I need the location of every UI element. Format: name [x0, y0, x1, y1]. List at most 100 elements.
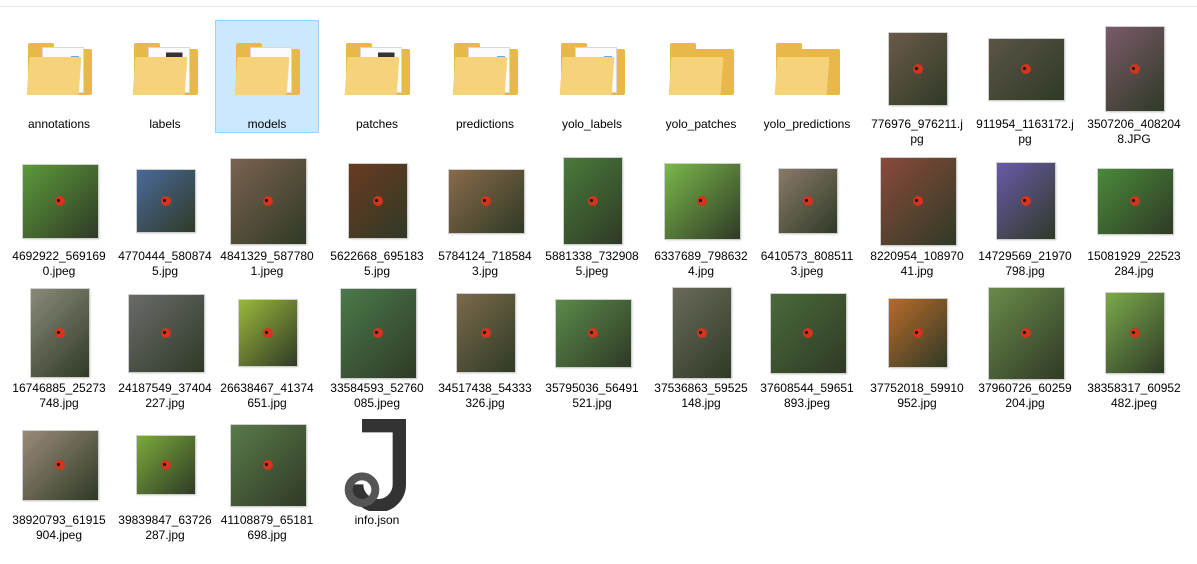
file-name: 3507206_4082048.JPG — [1087, 117, 1181, 146]
file-name: 4770444_5808745.jpg — [118, 249, 212, 278]
photo-thumbnail-icon — [866, 21, 970, 117]
image-file-item[interactable]: 37752018_59910952.jpg — [865, 284, 969, 412]
address-bar-remnant — [0, 0, 1197, 7]
folder-item-predictions[interactable]: predictions — [433, 20, 537, 133]
photo-thumbnail-icon — [756, 153, 860, 249]
image-file-item[interactable]: 35795036_56491521.jpg — [540, 284, 644, 412]
ladybug-icon — [803, 328, 813, 338]
file-name: 776976_976211.jpg — [871, 117, 963, 146]
image-file-item[interactable]: 5881338_7329085.jpeg — [540, 152, 644, 280]
image-file-item[interactable]: 37536863_59525148.jpg — [649, 284, 753, 412]
folder-name: patches — [355, 117, 399, 131]
file-name: 37536863_59525148.jpg — [654, 381, 748, 410]
folder-name: yolo_predictions — [763, 117, 851, 131]
folder-item-patches[interactable]: patches — [325, 20, 429, 133]
image-file-item[interactable]: 24187549_37404227.jpg — [113, 284, 217, 412]
image-file-item[interactable]: 776976_976211.jpg — [865, 20, 969, 148]
ladybug-icon — [161, 460, 171, 470]
file-name: 5881338_7329085.jpeg — [545, 249, 639, 278]
folder-icon — [216, 21, 320, 117]
ladybug-icon — [373, 328, 383, 338]
photo-thumbnail-icon — [564, 158, 622, 244]
folder-icon — [26, 43, 92, 95]
image-file-item[interactable]: 16746885_25273748.jpg — [7, 284, 111, 412]
photo-thumbnail-icon — [114, 153, 218, 249]
photo-thumbnail-icon — [230, 158, 306, 244]
file-name: 35795036_56491521.jpg — [545, 381, 639, 410]
folder-icon — [114, 21, 218, 117]
ladybug-icon — [55, 328, 65, 338]
image-file-item[interactable]: 4692922_5691690.jpeg — [7, 152, 111, 280]
folder-name: yolo_labels — [561, 117, 623, 131]
folder-item-models[interactable]: models — [215, 20, 319, 133]
image-file-item[interactable]: 39839847_63726287.jpg — [113, 416, 217, 544]
image-file-item[interactable]: 14729569_21970798.jpg — [973, 152, 1077, 280]
folder-icon — [344, 43, 410, 95]
image-file-item[interactable]: 41108879_65181698.jpg — [215, 416, 319, 544]
ladybug-icon — [697, 196, 707, 206]
photo-thumbnail-icon — [997, 163, 1055, 239]
image-file-item[interactable]: 6337689_7986324.jpg — [649, 152, 753, 280]
image-file-item[interactable]: 34517438_54333326.jpg — [433, 284, 537, 412]
photo-thumbnail-icon — [866, 285, 970, 381]
photo-thumbnail-icon — [889, 299, 947, 367]
ladybug-icon — [588, 196, 598, 206]
image-file-item[interactable]: 4841329_5877801.jpeg — [215, 152, 319, 280]
image-file-item[interactable]: 26638467_41374651.jpg — [215, 284, 319, 412]
folder-name: models — [247, 117, 287, 131]
ladybug-icon — [373, 196, 383, 206]
photo-thumbnail-icon — [239, 300, 297, 366]
ladybug-icon — [1021, 64, 1031, 74]
image-file-item[interactable]: 37608544_59651893.jpeg — [755, 284, 859, 412]
photo-thumbnail-icon — [216, 153, 320, 249]
photo-thumbnail-icon — [340, 288, 416, 378]
folder-item-annotations[interactable]: annotations — [7, 20, 111, 133]
folder-icon — [8, 21, 112, 117]
folder-item-labels[interactable]: labels — [113, 20, 217, 133]
photo-thumbnail-icon — [457, 294, 515, 372]
ladybug-icon — [1021, 196, 1031, 206]
folder-item-yolo-patches[interactable]: yolo_patches — [649, 20, 753, 133]
folder-icon — [132, 43, 198, 95]
photo-thumbnail-icon — [31, 289, 89, 377]
ladybug-icon — [588, 328, 598, 338]
file-name: 34517438_54333326.jpg — [438, 381, 532, 410]
folder-icon — [452, 43, 518, 95]
folder-icon — [650, 21, 754, 117]
photo-thumbnail-icon — [137, 436, 195, 494]
photo-thumbnail-icon — [349, 164, 407, 238]
file-name: 37608544_59651893.jpeg — [760, 381, 854, 410]
json-file-item[interactable]: info.json — [325, 416, 429, 529]
image-file-item[interactable]: 5784124_7185843.jpg — [433, 152, 537, 280]
image-file-item[interactable]: 3507206_4082048.JPG — [1082, 20, 1186, 148]
photo-thumbnail-icon — [650, 285, 754, 381]
folder-name: annotations — [27, 117, 91, 131]
folder-icon — [559, 43, 625, 95]
image-file-item[interactable]: 6410573_8085113.jpeg — [755, 152, 859, 280]
folder-item-yolo-predictions[interactable]: yolo_predictions — [755, 20, 859, 133]
image-file-item[interactable]: 38358317_60952482.jpeg — [1082, 284, 1186, 412]
image-file-item[interactable]: 4770444_5808745.jpg — [113, 152, 217, 280]
ladybug-icon — [55, 196, 65, 206]
photo-thumbnail-icon — [1106, 293, 1164, 373]
photo-thumbnail-icon — [1083, 153, 1187, 249]
file-name: 39839847_63726287.jpg — [118, 513, 212, 542]
file-name: 24187549_37404227.jpg — [118, 381, 212, 410]
folder-item-yolo-labels[interactable]: yolo_labels — [540, 20, 644, 133]
image-file-item[interactable]: 37960726_60259204.jpg — [973, 284, 1077, 412]
image-file-item[interactable]: 38920793_61915904.jpeg — [7, 416, 111, 544]
photo-thumbnail-icon — [216, 417, 320, 513]
image-file-item[interactable]: 8220954_10897041.jpg — [865, 152, 969, 280]
ladybug-icon — [1021, 328, 1031, 338]
photo-thumbnail-icon — [770, 293, 846, 373]
file-name: 6337689_7986324.jpg — [654, 249, 748, 278]
image-file-item[interactable]: 5622668_6951835.jpg — [325, 152, 429, 280]
folder-name: yolo_patches — [665, 117, 737, 131]
file-name: 38358317_60952482.jpeg — [1087, 381, 1181, 410]
photo-thumbnail-icon — [974, 21, 1078, 117]
photo-thumbnail-icon — [137, 170, 195, 232]
image-file-item[interactable]: 911954_1163172.jpg — [973, 20, 1077, 148]
image-file-item[interactable]: 33584593_52760085.jpeg — [325, 284, 429, 412]
image-file-item[interactable]: 15081929_22523284.jpg — [1082, 152, 1186, 280]
ladybug-icon — [161, 328, 171, 338]
